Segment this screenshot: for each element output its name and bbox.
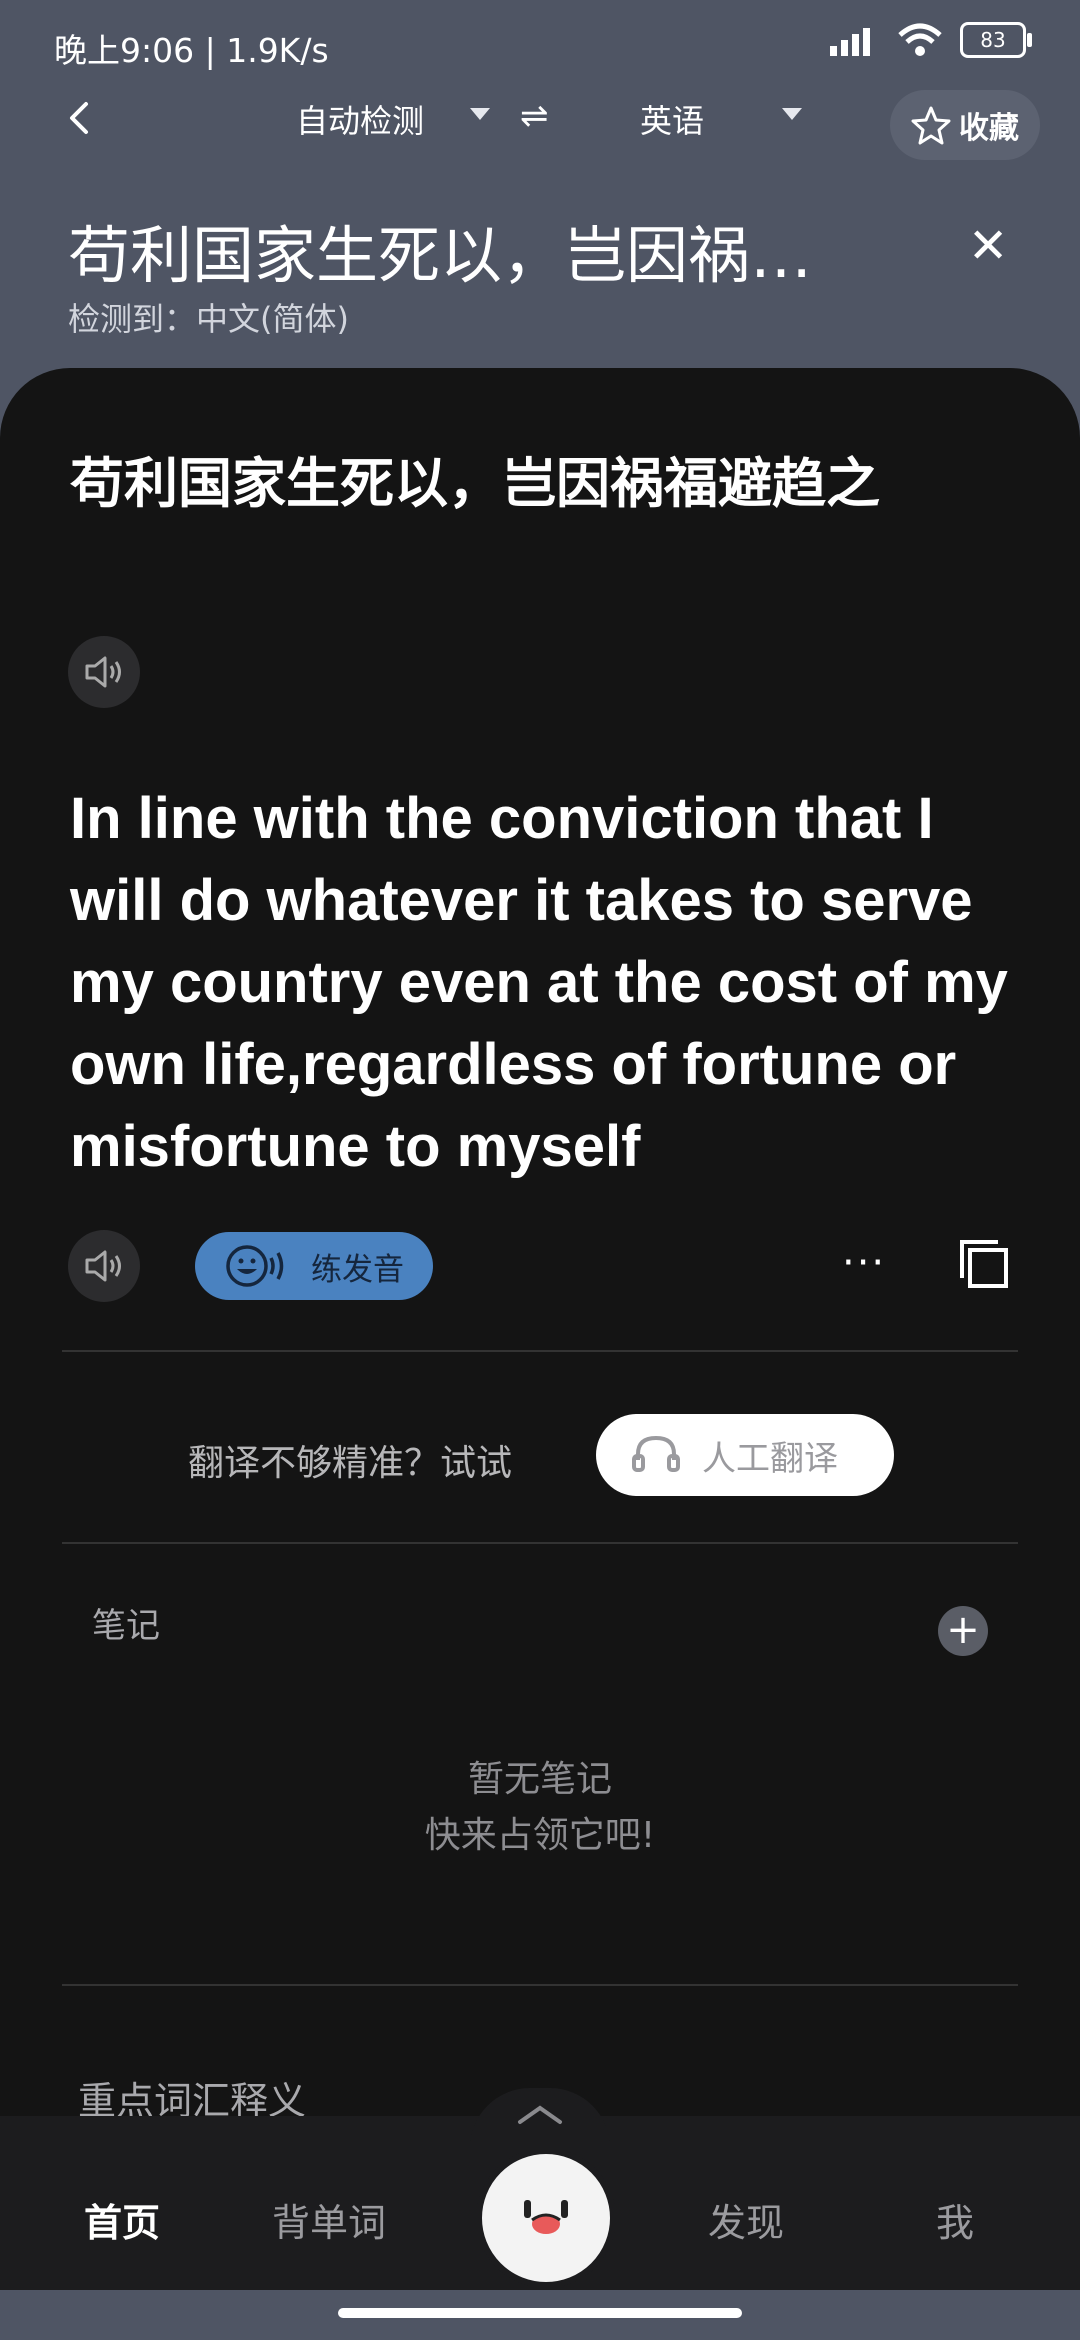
target-language-select[interactable]: 英语 <box>640 96 704 142</box>
status-icons: 83 <box>830 22 1032 58</box>
tab-home[interactable]: 首页 <box>84 2192 160 2247</box>
speaker-icon <box>85 656 121 688</box>
chevron-down-icon[interactable] <box>782 108 802 120</box>
source-text: 苟利国家生死以，岂因祸福避趋之 <box>70 452 880 515</box>
wifi-icon <box>898 23 942 56</box>
smiley-speaking-icon <box>226 1245 284 1287</box>
mascot-face-icon <box>524 2200 568 2234</box>
notes-heading: 笔记 <box>92 1606 160 1646</box>
divider <box>62 1350 1018 1352</box>
home-indicator[interactable] <box>338 2308 742 2318</box>
add-note-button[interactable]: + <box>938 1606 988 1656</box>
battery-icon: 83 <box>960 22 1032 58</box>
detected-language: 检测到：中文(简体) <box>68 300 349 338</box>
chevron-up-icon <box>518 2105 562 2124</box>
notes-empty-title: 暂无笔记 <box>467 1759 612 1800</box>
more-options-icon[interactable]: ··· <box>842 1240 886 1286</box>
divider <box>62 1984 1018 1986</box>
practice-label: 练发音 <box>311 1251 404 1288</box>
chevron-down-icon[interactable] <box>470 108 490 120</box>
status-time: 晚上9:06 | 1.9K/s <box>54 31 329 70</box>
translation-text: In line with the conviction that I will … <box>70 786 1008 1179</box>
human-translation-label: 人工翻译 <box>702 1438 838 1479</box>
human-translation-button[interactable]: 人工翻译 <box>596 1414 894 1496</box>
close-icon[interactable]: ✕ <box>968 218 1008 274</box>
notes-empty-subtitle: 快来占领它吧! <box>424 1815 656 1856</box>
tab-vocabulary[interactable]: 背单词 <box>272 2192 386 2247</box>
copy-icon[interactable] <box>958 1238 1010 1290</box>
favorite-button[interactable]: 收藏 <box>890 90 1040 160</box>
translation-speaker-button[interactable] <box>68 1230 140 1302</box>
star-icon <box>911 106 951 145</box>
speaker-icon <box>85 1250 121 1282</box>
query-title[interactable]: 苟利国家生死以，岂因祸… <box>68 205 878 295</box>
tab-me[interactable]: 我 <box>936 2192 974 2247</box>
divider <box>62 1542 1018 1544</box>
back-icon[interactable] <box>60 98 100 138</box>
tab-discover[interactable]: 发现 <box>708 2192 784 2247</box>
practice-pronunciation-button[interactable]: 练发音 <box>195 1232 433 1300</box>
human-translation-hint: 翻译不够精准？试试 <box>188 1443 513 1484</box>
signal-icon <box>830 28 870 56</box>
mascot-button[interactable] <box>476 2148 616 2288</box>
favorite-label: 收藏 <box>959 111 1019 146</box>
swap-language-icon[interactable]: ⇌ <box>520 96 549 136</box>
headset-icon <box>632 1435 680 1472</box>
source-speaker-button[interactable] <box>68 636 140 708</box>
result-card <box>0 368 1080 2168</box>
source-language-select[interactable]: 自动检测 <box>296 96 424 142</box>
